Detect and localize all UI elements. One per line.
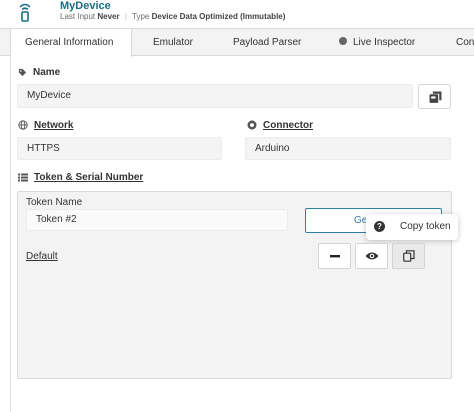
globe-icon — [18, 120, 28, 131]
show-token-button[interactable] — [355, 243, 388, 269]
token-name-input[interactable]: Token #2 — [26, 209, 288, 231]
copy-icon — [403, 250, 415, 262]
eye-icon — [365, 252, 379, 260]
name-input[interactable]: MyDevice — [17, 84, 413, 108]
connector-field: Arduino — [245, 137, 451, 160]
tab-general-information[interactable]: General Information — [10, 29, 132, 57]
meta-separator: | — [124, 12, 127, 21]
device-header: MyDevice Last Input Never | Type Device … — [0, 0, 474, 28]
tab-connector[interactable]: Con — [456, 29, 474, 56]
tab-label: General Information — [25, 37, 114, 48]
tag-icon — [18, 68, 27, 76]
question-icon: ? — [374, 221, 385, 232]
type-value: Device Data Optimized (Immutable) — [151, 12, 286, 21]
save-icon — [429, 91, 442, 103]
type-label: Type — [132, 12, 150, 21]
content-divider — [10, 56, 11, 412]
device-icon — [19, 3, 31, 22]
name-label: Name — [18, 67, 60, 78]
remove-token-button[interactable] — [318, 243, 351, 269]
live-indicator-icon — [339, 37, 347, 45]
copy-token-button[interactable] — [392, 243, 425, 269]
tab-label: Live Inspector — [353, 37, 416, 48]
device-name: MyDevice — [60, 0, 111, 12]
tab-emulator[interactable]: Emulator — [153, 29, 193, 56]
tab-bar: General Information Emulator Payload Par… — [0, 28, 474, 57]
connector-icon — [247, 120, 257, 130]
network-label: Network — [18, 120, 73, 131]
last-input-value: Never — [97, 12, 120, 21]
token-section-label: Token & Serial Number — [18, 172, 143, 183]
tab-payload-parser[interactable]: Payload Parser — [233, 29, 301, 56]
tab-label: Emulator — [153, 37, 194, 48]
minus-icon — [330, 255, 340, 258]
copy-token-tooltip: ? Copy token — [366, 214, 458, 240]
token-name-label: Token Name — [26, 197, 83, 208]
device-meta: Last Input Never | Type Device Data Opti… — [60, 12, 285, 21]
default-token-link[interactable]: Default — [26, 251, 58, 262]
last-input-label: Last Input — [60, 12, 96, 21]
connector-label: Connector — [247, 120, 313, 131]
save-name-button[interactable] — [418, 84, 451, 109]
list-icon — [18, 173, 28, 182]
tab-label: Con — [456, 37, 474, 48]
tab-live-inspector[interactable]: Live Inspector — [339, 29, 415, 56]
network-field: HTTPS — [17, 137, 222, 160]
tab-label: Payload Parser — [233, 37, 302, 48]
